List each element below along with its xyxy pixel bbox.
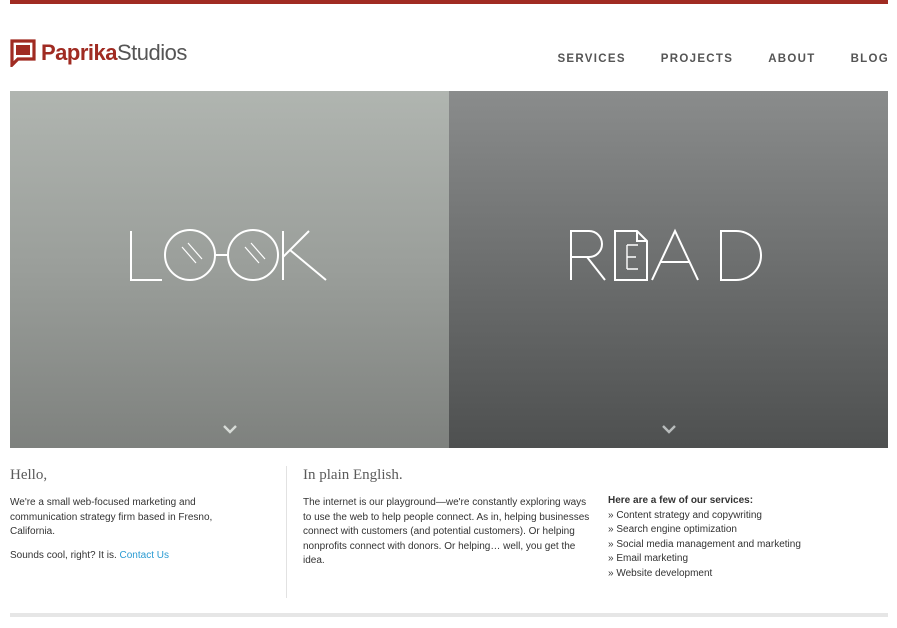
logo-text: PaprikaStudios (41, 40, 187, 66)
contact-us-link[interactable]: Contact Us (120, 550, 169, 561)
top-accent-bar (10, 0, 888, 4)
intro-column: Hello, We're a small web-focused marketi… (10, 467, 245, 572)
main-nav: SERVICES PROJECTS ABOUT BLOG (522, 53, 889, 65)
intro-body: We're a small web-focused marketing and … (10, 497, 213, 537)
scroll-down-chevron-icon[interactable] (222, 424, 238, 434)
logo-text-bold: Paprika (41, 40, 118, 65)
services-heading: Here are a few of our services: (608, 495, 754, 506)
column-divider (286, 466, 287, 598)
logo[interactable]: PaprikaStudios (10, 38, 187, 69)
list-item: » Website development (608, 567, 713, 579)
intro-heading: Hello, (10, 467, 48, 483)
nav-about[interactable]: ABOUT (768, 53, 815, 65)
hero-look-panel[interactable] (10, 91, 449, 448)
list-item: » Content strategy and copywriting (608, 509, 762, 521)
services-list: » Content strategy and copywriting » Sea… (608, 509, 878, 582)
look-wordmark (130, 229, 327, 281)
logo-text-light: Studios (117, 40, 187, 65)
nav-services[interactable]: SERVICES (557, 53, 625, 65)
nav-blog[interactable]: BLOG (851, 53, 889, 65)
read-wordmark (570, 228, 762, 281)
list-item: » Search engine optimization (608, 524, 737, 535)
intro-cta-text: Sounds cool, right? It is. (10, 549, 120, 561)
scroll-down-chevron-icon[interactable] (661, 424, 677, 434)
nav-projects[interactable]: PROJECTS (661, 53, 733, 65)
plain-english-column: In plain English. The internet is our pl… (303, 467, 593, 578)
list-item: » Email marketing (608, 553, 689, 564)
bottom-divider-bar (10, 613, 888, 617)
logo-mark-icon (10, 39, 36, 69)
intro-cta: Sounds cool, right? It is. Contact Us (10, 549, 245, 564)
plain-body: The internet is our playground—we're con… (303, 497, 590, 566)
services-column: Here are a few of our services: » Conten… (608, 494, 878, 581)
plain-heading: In plain English. (303, 467, 403, 483)
list-item: » Social media management and marketing (608, 538, 801, 550)
hero-read-panel[interactable] (449, 91, 888, 448)
